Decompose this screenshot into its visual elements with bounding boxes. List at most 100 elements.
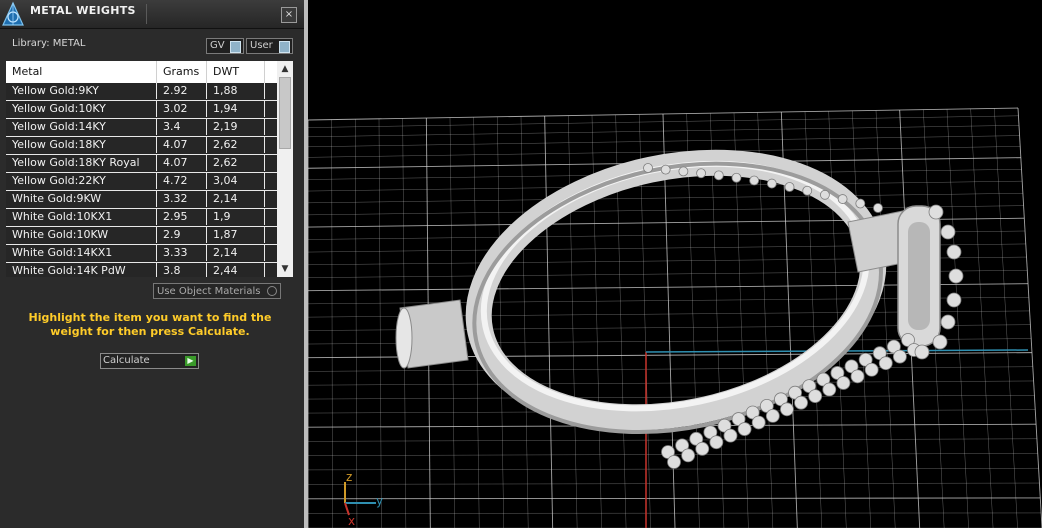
ring-setting-inner [908,222,930,330]
bead [784,182,795,192]
grams-cell: 3.8 [157,263,207,277]
table-row[interactable]: White Gold:14KX1 3.33 2,14 [6,245,277,263]
bead [794,395,808,410]
grid-line [1017,107,1042,528]
bead [878,356,893,371]
table-row[interactable]: Yellow Gold:10KY 3.02 1,94 [6,101,277,119]
app-logo-icon [2,1,24,26]
metal-cell: Yellow Gold:22KY [6,173,157,189]
grid-line [994,108,1018,528]
library-label: Library: METAL [12,38,86,49]
gv-toggle[interactable]: GV [206,38,244,54]
dwt-cell: 1,9 [207,209,265,225]
bead [892,349,907,364]
metal-weights-panel: METAL WEIGHTS × Library: METAL GV User M… [0,0,304,528]
table-row[interactable]: White Gold:10KW 2.9 1,87 [6,227,277,245]
bead [713,170,724,181]
instructions-text: Highlight the item you want to find the … [28,311,272,338]
metal-weights-table: Metal Grams DWT Yellow Gold:9KY 2.92 1,88 … [6,61,277,277]
bead [855,198,866,209]
bead [696,168,706,179]
bead [914,344,930,360]
table-scrollbar[interactable]: ▲ ▼ [277,61,293,277]
play-icon: ▶ [185,356,196,366]
metal-cell: Yellow Gold:18KY [6,137,157,153]
dwt-cell: 1,88 [207,83,265,99]
table-row[interactable]: White Gold:10KX1 2.95 1,9 [6,209,277,227]
table-row[interactable]: Yellow Gold:9KY 2.92 1,88 [6,83,277,101]
table-body: Yellow Gold:9KY 2.92 1,88 Yellow Gold:10KY… [6,83,277,277]
bead [780,402,794,417]
dwt-cell: 3,04 [207,173,265,189]
grid-line [331,119,333,528]
metal-cell: White Gold:10KX1 [6,209,157,225]
bead [643,163,653,173]
column-header-dwt[interactable]: DWT [207,61,265,83]
column-header-grams[interactable]: Grams [157,61,207,83]
3d-viewport[interactable]: z y x [308,0,1042,528]
bead [808,389,823,404]
bead [749,175,760,186]
dwt-cell: 2,62 [207,137,265,153]
grid-line [544,115,554,528]
ring-shank-end [395,307,413,369]
grid-line [355,119,358,528]
scrollbar-thumb[interactable] [279,77,291,149]
bead [695,441,710,456]
viewport-canvas[interactable]: z y x [308,0,1042,528]
bead [731,172,742,183]
table-row[interactable]: Yellow Gold:22KY 4.72 3,04 [6,173,277,191]
table-row[interactable]: Yellow Gold:14KY 3.4 2,19 [6,119,277,137]
dwt-cell: 2,14 [207,245,265,261]
gizmo-z-label: z [346,470,352,484]
grams-cell: 2.92 [157,83,207,99]
grid-line [520,116,529,528]
grams-cell: 4.07 [157,137,207,153]
gizmo-x-label: x [348,514,355,528]
panel-title: METAL WEIGHTS [30,4,136,17]
bead [822,382,837,397]
dwt-cell: 1,94 [207,101,265,117]
scroll-down-icon[interactable]: ▼ [280,264,290,274]
use-object-materials-option[interactable]: Use Object Materials [153,283,281,299]
grams-cell: 4.72 [157,173,207,189]
grid-line [308,497,1041,500]
bead [751,415,766,430]
bead [765,408,780,423]
metal-cell: Yellow Gold:10KY [6,101,157,117]
title-separator [146,4,147,24]
bead [928,204,944,220]
bead [709,435,724,450]
radio-icon [267,286,277,296]
user-toggle[interactable]: User [246,38,293,54]
grams-cell: 3.4 [157,119,207,135]
use-object-materials-label: Use Object Materials [157,286,261,297]
close-button[interactable]: × [281,7,297,23]
column-header-metal[interactable]: Metal [6,61,157,83]
dwt-cell: 2,62 [207,155,265,171]
bead [667,455,681,469]
table-row[interactable]: Yellow Gold:18KY Royal 4.07 2,62 [6,155,277,173]
panel-titlebar[interactable]: METAL WEIGHTS × [0,0,304,29]
grams-cell: 3.02 [157,101,207,117]
bead [946,244,962,260]
metal-cell: Yellow Gold:14KY [6,119,157,135]
bead [681,448,696,463]
bead [836,376,851,390]
grid-line [568,115,578,528]
metal-cell: White Gold:14K PdW [6,263,157,277]
dwt-cell: 2,14 [207,191,265,207]
metal-cell: White Gold:14KX1 [6,245,157,261]
scroll-up-icon[interactable]: ▲ [280,64,290,74]
calculate-button[interactable]: Calculate ▶ [100,353,199,369]
dwt-cell: 2,44 [207,263,265,277]
table-row[interactable]: Yellow Gold:18KY 4.07 2,62 [6,137,277,155]
grid-line [497,116,504,528]
toggle-switch-icon [230,41,241,53]
table-row[interactable]: White Gold:14K PdW 3.8 2,44 [6,263,277,277]
bead [940,224,956,240]
bead [723,428,738,443]
calculate-label: Calculate [103,355,150,366]
table-row[interactable]: White Gold:9KW 3.32 2,14 [6,191,277,209]
dwt-cell: 2,19 [207,119,265,135]
